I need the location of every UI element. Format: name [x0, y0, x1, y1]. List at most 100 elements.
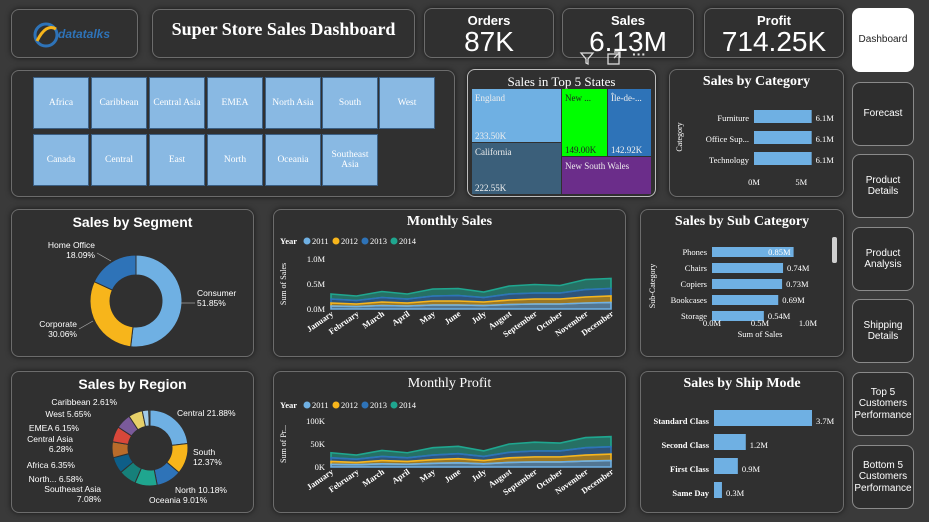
filter-icon[interactable]: [579, 50, 595, 66]
slicer-canada[interactable]: Canada: [33, 134, 89, 186]
donut-value: 30.06%: [48, 329, 77, 339]
x-tick-label: 5M: [795, 177, 807, 187]
top5-states-title: Sales in Top 5 States: [507, 74, 616, 89]
bar-value-label: 3.7M: [816, 416, 835, 426]
bar-category-label: Phones: [682, 247, 707, 257]
bar: [754, 110, 812, 123]
page-title: Super Store Sales Dashboard: [171, 19, 396, 39]
bar: [712, 279, 783, 289]
kpi-orders[interactable]: Orders 87K: [424, 8, 554, 58]
slicer-south[interactable]: South: [322, 77, 378, 129]
shipmode-bar-chart: Standard Class 3.7M Second Class 1.2M First …: [653, 410, 835, 498]
region-card: Sales by Region Central 21.88% South 12.37…: [11, 371, 254, 513]
header-card: Super Store Sales Dashboard: [152, 9, 415, 58]
donut-label: North 10.18%: [175, 485, 227, 495]
donut-label: Corporate: [39, 319, 77, 329]
bar-category-label: Second Class: [662, 440, 710, 450]
treemap-tile-value: 233.50K: [475, 131, 507, 141]
bar: [714, 458, 738, 474]
treemap-tile-label: New South Wales: [565, 161, 630, 171]
kpi-profit[interactable]: Profit 714.25K: [704, 8, 844, 58]
bar-category-label: Same Day: [672, 488, 709, 498]
y-tick-label: 50K: [310, 439, 326, 449]
donut-value: 18.09%: [66, 250, 95, 260]
y-tick-label: 1.0M: [307, 254, 326, 264]
nav-product-details[interactable]: Product Details: [852, 154, 914, 218]
x-axis-title: Sum of Sales: [738, 329, 783, 339]
nav-shipping-details[interactable]: Shipping Details: [852, 299, 914, 363]
top5-states-card: Sales in Top 5 States England 233.50K Cali…: [467, 69, 656, 197]
nav-bottom5-customers[interactable]: Bottom 5 Customers Performance: [852, 445, 914, 509]
treemap-tile-label: England: [475, 93, 505, 103]
subcategory-title: Sales by Sub Category: [674, 214, 810, 229]
bar-value-label: 0.54M: [768, 311, 791, 321]
leader-line: [96, 252, 112, 262]
x-tick-label: April: [390, 466, 412, 486]
bar-value-label: 0.3M: [726, 488, 745, 498]
legend-label: 2014: [399, 400, 417, 410]
bar-category-label: First Class: [670, 464, 710, 474]
monthly-sales-title: Monthly Sales: [406, 214, 493, 229]
legend-label: 2014: [399, 236, 417, 246]
donut-label: Consumer: [197, 288, 236, 298]
monthly-sales-card: Monthly Sales Year 2011 2012 2013 2014 0.0M 0.…: [273, 209, 626, 357]
bar-value-label: 1.2M: [750, 440, 769, 450]
monthly-sales-area-chart: Year 2011 2012 2013 20140.0M0.5M1.0MSum of S…: [279, 236, 615, 339]
nav-top5-customers[interactable]: Top 5 Customers Performance: [852, 372, 914, 436]
slicer-north[interactable]: North: [207, 134, 263, 186]
slicer-north-asia[interactable]: North Asia: [265, 77, 321, 129]
legend-title: Year: [280, 400, 297, 410]
donut-value: 12.37%: [193, 457, 222, 467]
bar-value-label: 0.73M: [786, 279, 809, 289]
donut-label: Caribbean 2.61%: [51, 397, 117, 407]
slicer-east[interactable]: East: [149, 134, 205, 186]
legend-label: 2011: [312, 236, 329, 246]
x-tick-label: May: [418, 466, 438, 484]
slicer-africa[interactable]: Africa: [33, 77, 89, 129]
legend-marker: [390, 237, 398, 245]
legend-label: 2013: [370, 400, 387, 410]
region-slicer-card: Africa Caribbean Central Asia EMEA North…: [11, 70, 455, 197]
more-options-icon[interactable]: ···: [632, 46, 646, 62]
x-tick-label: April: [390, 308, 412, 328]
slicer-caribbean[interactable]: Caribbean: [91, 77, 147, 129]
slicer-southeast-asia[interactable]: Southeast Asia: [322, 134, 378, 186]
bar: [714, 482, 722, 498]
subcategory-scrollbar[interactable]: [832, 237, 837, 263]
donut-slice: [148, 409, 151, 427]
legend-marker: [303, 237, 311, 245]
category-bar-chart: Furniture 6.1M Office Sup... 6.1M Technology…: [675, 110, 835, 187]
legend-label: 2013: [370, 236, 387, 246]
x-tick-label: March: [360, 466, 386, 488]
slicer-oceania[interactable]: Oceania: [265, 134, 321, 186]
y-axis-title: Category: [675, 122, 684, 151]
monthly-profit-title: Monthly Profit: [407, 376, 492, 391]
slicer-central[interactable]: Central: [91, 134, 147, 186]
treemap-tile-label: New ...: [565, 93, 591, 103]
donut-label: North... 6.58%: [29, 474, 84, 484]
slicer-west[interactable]: West: [379, 77, 435, 129]
x-tick-label: 1.0M: [799, 318, 818, 328]
focus-mode-icon[interactable]: [606, 50, 622, 66]
kpi-profit-value: 714.25K: [721, 26, 827, 57]
nav-dashboard[interactable]: Dashboard: [852, 8, 914, 72]
y-tick-label: 100K: [306, 416, 326, 426]
shipmode-card: Sales by Ship Mode Standard Class 3.7M Sec…: [640, 371, 844, 513]
bar-category-label: Furniture: [717, 113, 749, 123]
x-tick-label: June: [442, 308, 462, 326]
category-title: Sales by Category: [702, 74, 811, 89]
donut-slice: [130, 254, 183, 348]
bar-value-label: 6.1M: [816, 134, 835, 144]
donut-value: 51.85%: [197, 298, 226, 308]
nav-forecast[interactable]: Forecast: [852, 82, 914, 146]
donut-label: Central 21.88%: [177, 408, 236, 418]
slicer-emea[interactable]: EMEA: [207, 77, 263, 129]
bar-category-label: Technology: [709, 155, 750, 165]
slicer-central-asia[interactable]: Central Asia: [149, 77, 205, 129]
donut-value: 7.08%: [77, 494, 102, 504]
y-axis-title: Sub-Category: [648, 264, 657, 308]
donut-label: Central Asia: [27, 434, 73, 444]
top5-states-treemap: England 233.50K California 222.55K New ... 14…: [472, 89, 651, 194]
bar-category-label: Office Sup...: [706, 134, 749, 144]
nav-product-analysis[interactable]: Product Analysis: [852, 227, 914, 291]
